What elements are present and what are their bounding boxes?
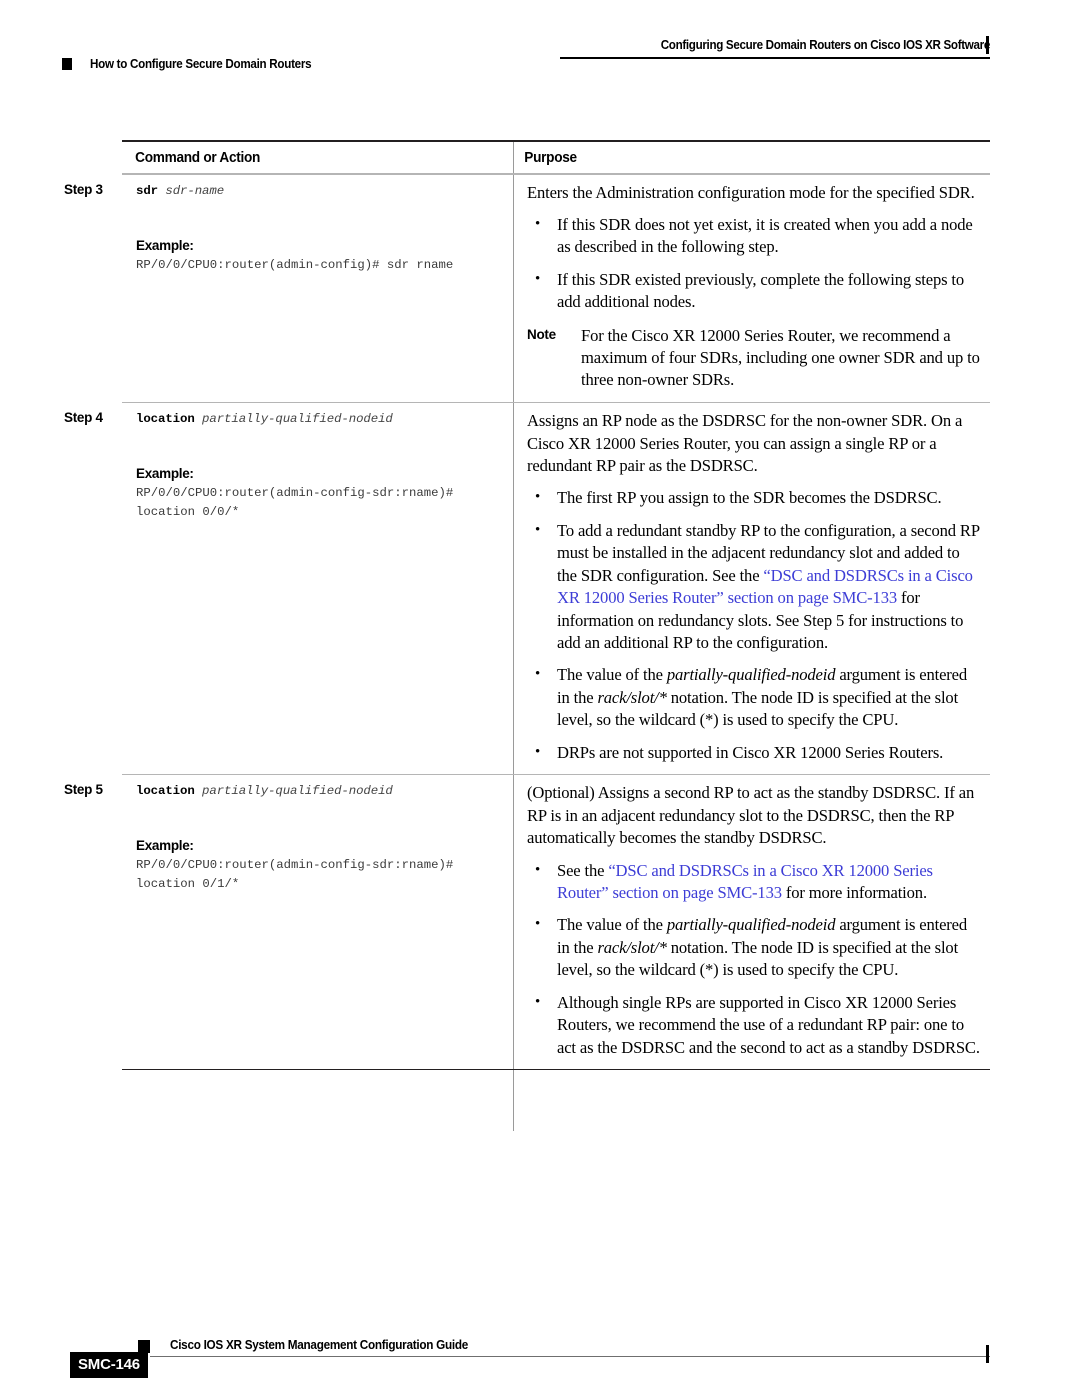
list-item: To add a redundant standby RP to the con… xyxy=(527,519,982,654)
list-item: See the “DSC and DSDRSCs in a Cisco XR 1… xyxy=(527,859,982,905)
bullet-text-pre: The value of the xyxy=(557,665,667,685)
example-label: Example: xyxy=(136,838,194,854)
note-label: Note xyxy=(527,326,556,342)
purpose-intro: Assigns an RP node as the DSDRSC for the… xyxy=(527,411,963,476)
purpose-bullet-list: See the “DSC and DSDRSCs in a Cisco XR 1… xyxy=(527,859,982,1059)
purpose-cell: Enters the Administration configuration … xyxy=(513,175,990,402)
footer-edge-tick xyxy=(986,1345,989,1363)
command-cell: Step 5 location partially-qualified-node… xyxy=(64,775,513,1068)
command-keyword: location xyxy=(136,784,195,799)
note-text: For the Cisco XR 12000 Series Router, we… xyxy=(581,325,980,390)
example-label: Example: xyxy=(136,466,194,482)
list-item: DRPs are not supported in Cisco XR 12000… xyxy=(527,741,982,764)
example-cli-line: location 0/0/* xyxy=(136,505,240,520)
step-label: Step 3 xyxy=(64,181,103,197)
purpose-bullet-list: The first RP you assign to the SDR becom… xyxy=(527,486,982,764)
command-keyword: sdr xyxy=(136,183,159,198)
table-header-row: Command or Action Purpose xyxy=(122,142,990,173)
page-number-badge: SMC-146 xyxy=(70,1352,148,1378)
bullet-text-post: for more information. xyxy=(781,883,927,903)
example-cli-line: RP/0/0/CPU0:router(admin-config-sdr:rnam… xyxy=(136,486,454,501)
running-header-section-title: How to Configure Secure Domain Routers xyxy=(90,57,312,71)
list-item: If this SDR existed previously, complete… xyxy=(527,268,982,314)
note-block: Note For the Cisco XR 12000 Series Route… xyxy=(527,325,982,392)
command-syntax: location partially-qualified-nodeid xyxy=(136,782,503,800)
purpose-intro: (Optional) Assigns a second RP to act as… xyxy=(527,783,975,848)
section-marker-icon xyxy=(62,58,72,70)
command-syntax: sdr sdr-name xyxy=(136,182,503,200)
list-item: If this SDR does not yet exist, it is cr… xyxy=(527,213,982,259)
table-row: Step 5 location partially-qualified-node… xyxy=(64,775,990,1068)
table-bottom-rule xyxy=(122,1068,990,1071)
running-header-chapter-title: Configuring Secure Domain Routers on Cis… xyxy=(660,38,991,52)
bullet-text-pre: See the xyxy=(557,860,609,880)
command-argument: partially-qualified-nodeid xyxy=(202,412,393,427)
notation-emphasis: rack/slot/* xyxy=(597,937,667,957)
list-item: The value of the partially-qualified-nod… xyxy=(527,913,982,981)
argument-emphasis: partially-qualified-nodeid xyxy=(666,915,836,935)
procedure-table: Command or Action Purpose Step 3 sdr sdr… xyxy=(64,140,990,1071)
command-argument: sdr-name xyxy=(165,183,225,198)
column-header-purpose: Purpose xyxy=(524,149,577,166)
list-item: Although single RPs are supported in Cis… xyxy=(527,991,982,1059)
header-rule xyxy=(560,57,990,59)
table-row: Step 4 location partially-qualified-node… xyxy=(64,403,990,774)
command-keyword: location xyxy=(136,412,195,427)
purpose-intro: Enters the Administration configuration … xyxy=(527,182,975,202)
purpose-bullet-list: If this SDR does not yet exist, it is cr… xyxy=(527,213,982,314)
command-argument: partially-qualified-nodeid xyxy=(202,784,393,799)
header-edge-tick xyxy=(986,36,989,54)
argument-emphasis: partially-qualified-nodeid xyxy=(666,665,836,685)
example-cli-line: RP/0/0/CPU0:router(admin-config)# sdr rn… xyxy=(136,257,454,272)
notation-emphasis: rack/slot/* xyxy=(597,687,667,707)
footer-rule xyxy=(150,1356,990,1358)
command-cell: Step 3 sdr sdr-name Example: RP/0/0/CPU0… xyxy=(64,175,513,402)
step-label: Step 5 xyxy=(64,782,103,798)
table-row: Step 3 sdr sdr-name Example: RP/0/0/CPU0… xyxy=(64,175,990,402)
step-label: Step 4 xyxy=(64,410,103,426)
column-header-command: Command or Action xyxy=(135,149,261,166)
purpose-cell: (Optional) Assigns a second RP to act as… xyxy=(513,775,990,1068)
example-cli-line: location 0/1/* xyxy=(136,877,240,892)
command-cell: Step 4 location partially-qualified-node… xyxy=(64,403,513,774)
purpose-cell: Assigns an RP node as the DSDRSC for the… xyxy=(513,403,990,774)
example-label: Example: xyxy=(136,237,194,253)
list-item: The first RP you assign to the SDR becom… xyxy=(527,486,982,509)
footer-guide-title: Cisco IOS XR System Management Configura… xyxy=(170,1338,468,1352)
command-syntax: location partially-qualified-nodeid xyxy=(136,410,503,428)
example-cli-line: RP/0/0/CPU0:router(admin-config-sdr:rnam… xyxy=(136,858,454,873)
bullet-text-pre: The value of the xyxy=(557,915,667,935)
list-item: The value of the partially-qualified-nod… xyxy=(527,663,982,731)
